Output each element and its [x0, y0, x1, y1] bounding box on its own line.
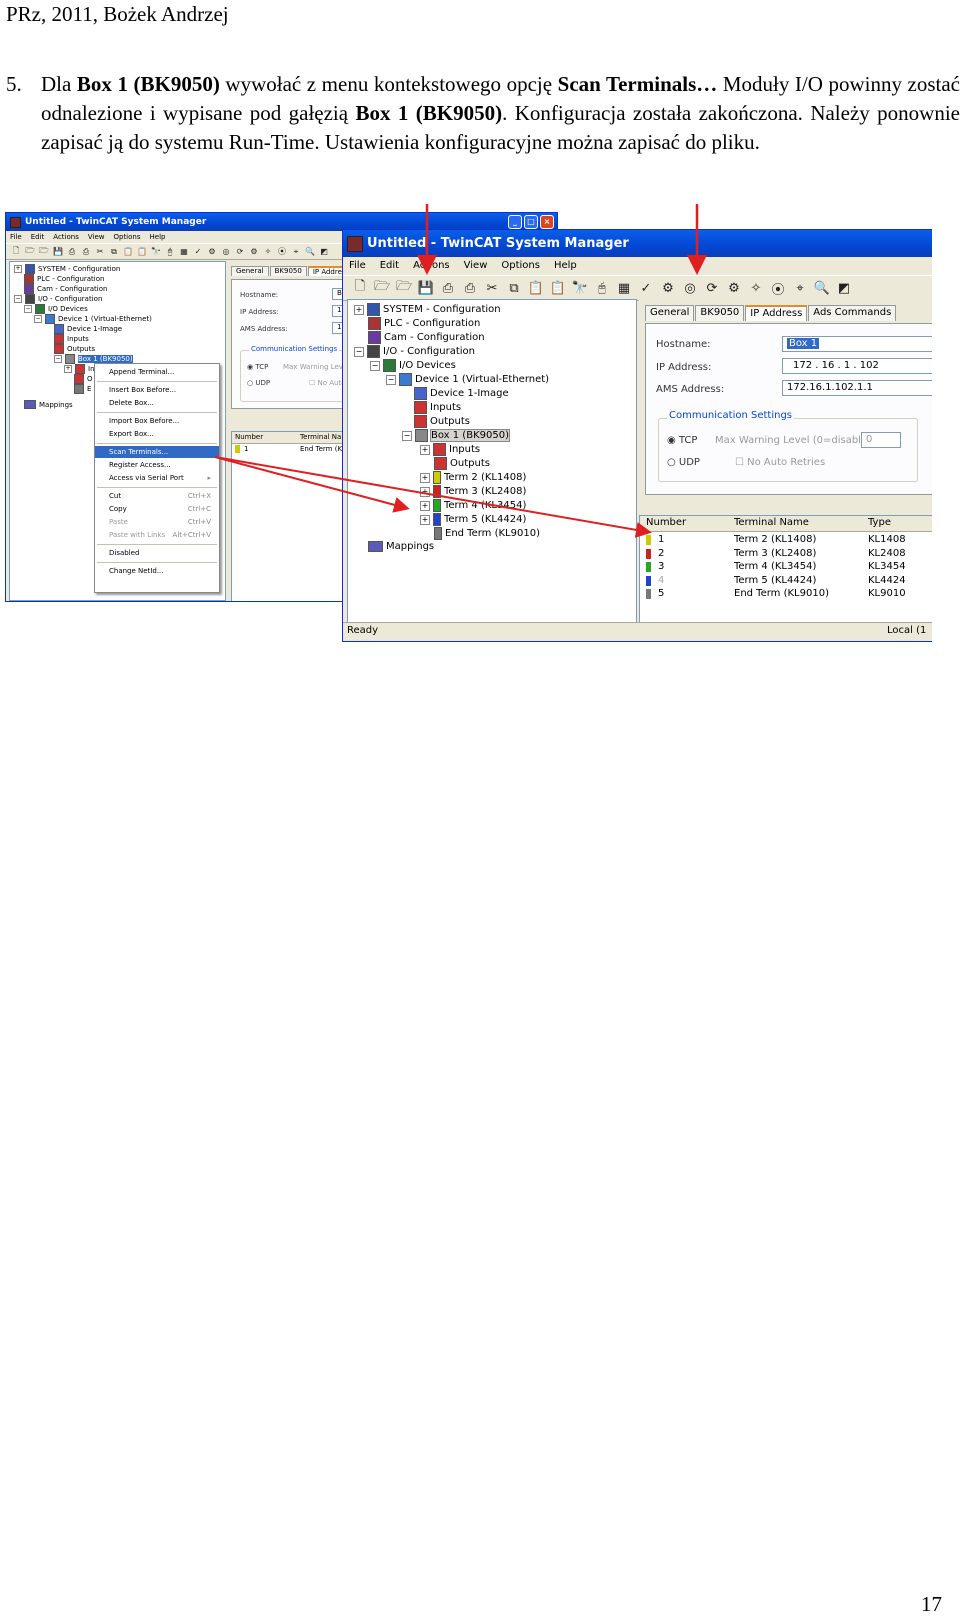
arrow-scan-to-terms: [214, 456, 410, 513]
annotation-arrows: [214, 204, 707, 538]
arrow-scan-to-list: [214, 456, 652, 538]
page-number: 17: [921, 1592, 942, 1616]
